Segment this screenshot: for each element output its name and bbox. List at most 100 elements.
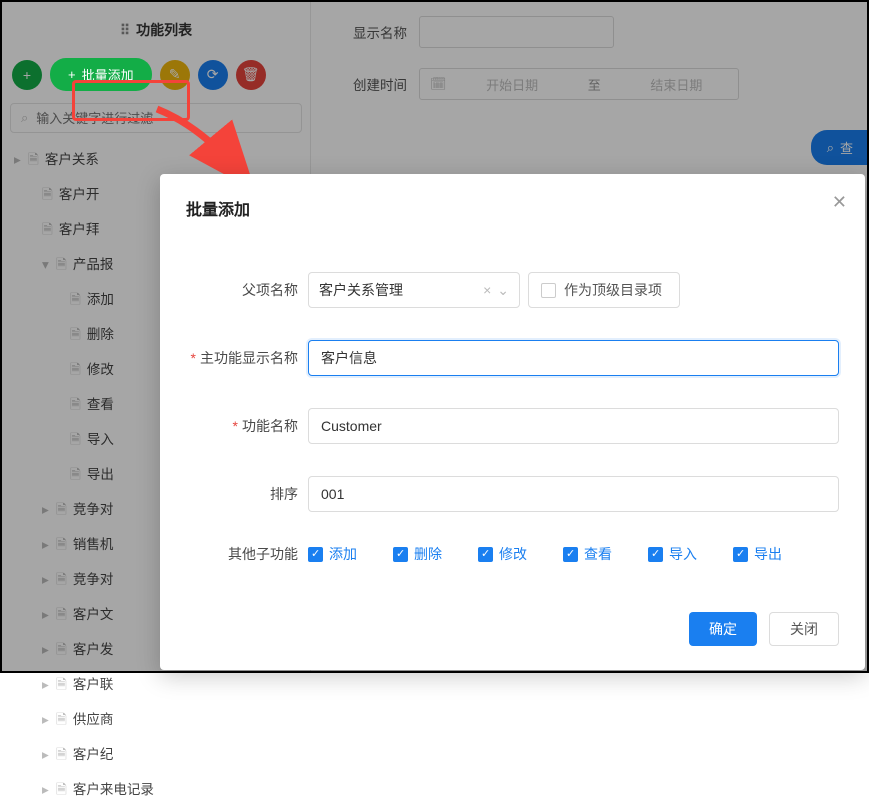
file-icon: 🗎 (70, 430, 81, 453)
child-checkbox-delete[interactable]: 删除 (393, 544, 442, 564)
chevron-down-icon: ⌄ (497, 282, 509, 299)
checkbox[interactable] (393, 547, 408, 562)
date-range-input[interactable]: 🗓 开始日期 至 结束日期 (419, 68, 739, 100)
checkbox[interactable] (563, 547, 578, 562)
parent-select-value: 客户关系管理 (319, 280, 403, 300)
clear-icon[interactable]: × (483, 282, 491, 298)
sidebar-toolbar: + +批量添加 ✎ ⟳ 🗑 (10, 54, 302, 103)
panel-title: ⠿功能列表 (10, 12, 302, 54)
tree-search[interactable]: ⌕ (10, 103, 302, 133)
child-checkbox-export[interactable]: 导出 (733, 544, 782, 564)
file-icon: 🗎 (56, 570, 67, 593)
close-icon: ✕ (832, 192, 847, 212)
bulk-add-modal: 批量添加 ✕ 父项名称 客户关系管理 × ⌄ 作为顶级目录项 *主功能显示名称 … (160, 174, 865, 670)
file-icon: 🗎 (70, 465, 81, 488)
collapse-icon[interactable]: ▸ (42, 782, 56, 798)
file-icon: 🗎 (42, 185, 53, 208)
tree-node[interactable]: ▸🗎供应商 (10, 703, 302, 738)
file-icon: 🗎 (56, 710, 67, 733)
child-checkbox-view[interactable]: 查看 (563, 544, 612, 564)
file-icon: 🗎 (56, 535, 67, 558)
top-dir-label: 作为顶级目录项 (564, 280, 662, 300)
collapse-icon[interactable]: ▸ (42, 677, 56, 693)
form-label: 其他子功能 (186, 544, 298, 564)
tree-node[interactable]: ▸🗎客户纪 (10, 738, 302, 773)
file-icon: 🗎 (70, 290, 81, 313)
checkbox[interactable] (733, 547, 748, 562)
top-dir-checkbox[interactable] (541, 283, 556, 298)
collapse-icon[interactable]: ▸ (42, 607, 56, 623)
refresh-icon: ⟳ (207, 66, 219, 83)
form-label: 排序 (186, 484, 298, 504)
top-dir-checkbox-wrap[interactable]: 作为顶级目录项 (528, 272, 680, 308)
date-separator: 至 (588, 75, 601, 94)
file-icon: 🗎 (56, 500, 67, 523)
file-icon: 🗎 (70, 360, 81, 383)
calendar-icon: 🗓 (430, 76, 447, 92)
search-icon: ⌕ (827, 140, 834, 156)
close-button[interactable]: ✕ (832, 192, 847, 213)
edit-button[interactable]: ✎ (160, 60, 190, 90)
tree-node[interactable]: ▸🗎客户关系 (10, 143, 302, 178)
collapse-icon[interactable]: ▸ (42, 642, 56, 658)
checkbox[interactable] (478, 547, 493, 562)
collapse-icon[interactable]: ▾ (42, 257, 56, 273)
main-name-input[interactable] (308, 340, 839, 376)
form-row-parent: 父项名称 客户关系管理 × ⌄ 作为顶级目录项 (186, 272, 839, 308)
child-checkbox-add[interactable]: 添加 (308, 544, 357, 564)
file-icon: 🗎 (70, 395, 81, 418)
filter-row-date: 创建时间 🗓 开始日期 至 结束日期 (327, 68, 867, 100)
form-label: *功能名称 (186, 416, 298, 436)
form-label: 父项名称 (186, 280, 298, 300)
form-label: *主功能显示名称 (186, 348, 298, 368)
collapse-icon[interactable]: ▸ (42, 572, 56, 588)
pencil-icon: ✎ (169, 66, 181, 83)
file-icon: 🗎 (56, 255, 67, 278)
child-checkbox-edit[interactable]: 修改 (478, 544, 527, 564)
file-icon: 🗎 (56, 745, 67, 768)
name-input[interactable] (419, 16, 614, 48)
search-icon: ⌕ (21, 110, 28, 126)
file-icon: 🗎 (56, 780, 67, 803)
func-name-input[interactable] (308, 408, 839, 444)
collapse-icon[interactable]: ▸ (42, 747, 56, 763)
collapse-icon[interactable]: ▸ (42, 712, 56, 728)
cancel-button[interactable]: 关闭 (769, 612, 839, 646)
delete-button[interactable]: 🗑 (236, 60, 266, 90)
ok-button[interactable]: 确定 (689, 612, 757, 646)
filter-row-name: 显示名称 (327, 16, 867, 48)
collapse-icon[interactable]: ▸ (14, 152, 28, 168)
file-icon: 🗎 (56, 605, 67, 628)
trash-icon: 🗑 (242, 66, 260, 83)
refresh-button[interactable]: ⟳ (198, 60, 228, 90)
child-checkbox-import[interactable]: 导入 (648, 544, 697, 564)
file-icon: 🗎 (70, 325, 81, 348)
modal-title: 批量添加 (186, 196, 839, 220)
checkbox[interactable] (308, 547, 323, 562)
filter-label: 创建时间 (327, 74, 407, 94)
file-icon: 🗎 (56, 640, 67, 663)
bulk-add-button[interactable]: +批量添加 (50, 58, 152, 91)
tree-node[interactable]: ▸🗎客户联 (10, 668, 302, 703)
collapse-icon[interactable]: ▸ (42, 502, 56, 518)
checkbox[interactable] (648, 547, 663, 562)
tree-search-input[interactable] (36, 111, 291, 126)
start-date-placeholder: 开始日期 (461, 75, 564, 94)
add-button[interactable]: + (12, 60, 42, 90)
filter-label: 显示名称 (327, 22, 407, 42)
collapse-icon[interactable]: ▸ (42, 537, 56, 553)
sort-input[interactable] (308, 476, 839, 512)
form-row-func-name: *功能名称 (186, 408, 839, 444)
file-icon: 🗎 (56, 675, 67, 698)
search-button[interactable]: ⌕查 (811, 130, 867, 165)
form-row-children: 其他子功能 添加 删除 修改 查看 导入 导出 (186, 544, 839, 564)
form-row-main-name: *主功能显示名称 (186, 340, 839, 376)
plus-icon: + (68, 67, 76, 82)
form-row-sort: 排序 (186, 476, 839, 512)
tree-node[interactable]: ▸🗎客户来电记录 (10, 773, 302, 808)
parent-select[interactable]: 客户关系管理 × ⌄ (308, 272, 520, 308)
drag-handle-icon: ⠿ (120, 22, 130, 38)
end-date-placeholder: 结束日期 (625, 75, 728, 94)
plus-icon: + (23, 67, 31, 83)
modal-footer: 确定 关闭 (186, 612, 839, 646)
